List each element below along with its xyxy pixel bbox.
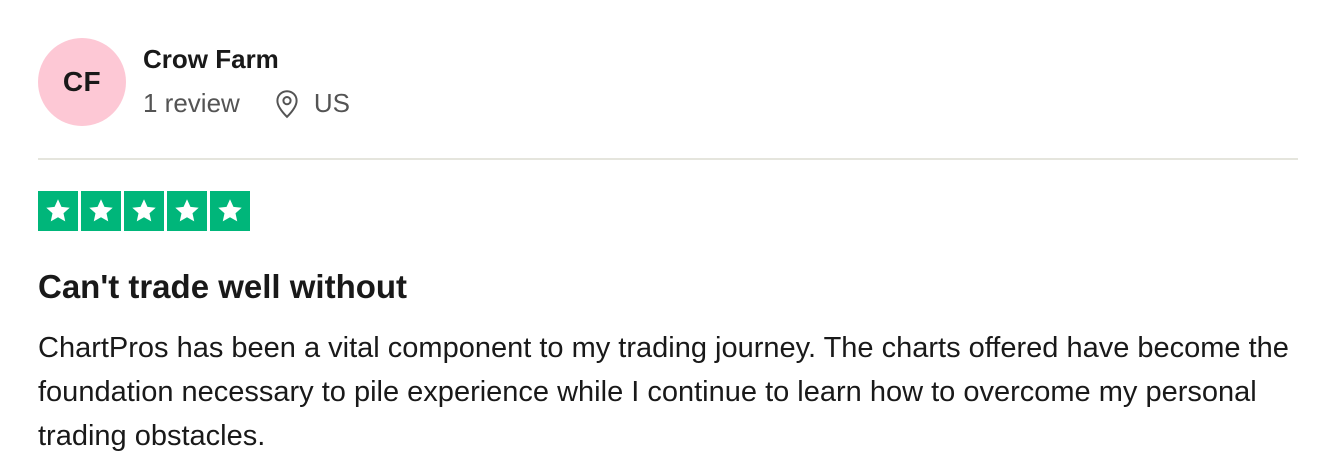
avatar[interactable]: CF [38,38,126,126]
review-count: 1 review [143,88,240,118]
reviewer-meta: 1 review US [143,88,350,119]
star-box [81,191,121,231]
star-icon [46,199,70,222]
star-box [124,191,164,231]
star-icon [132,199,156,222]
review-title[interactable]: Can't trade well without [38,268,407,306]
star-icon [175,199,199,222]
star-box [210,191,250,231]
location-pin-icon [276,89,298,118]
review-card: CF Crow Farm 1 review US Can't trade wel… [0,0,1338,476]
star-rating [38,191,250,231]
star-icon [89,199,113,222]
star-icon [218,199,242,222]
star-box [38,191,78,231]
reviewer-name[interactable]: Crow Farm [143,44,279,75]
divider [38,158,1298,160]
review-body: ChartPros has been a vital component to … [38,332,1289,452]
reviewer-country: US [313,88,350,118]
star-box [167,191,207,231]
